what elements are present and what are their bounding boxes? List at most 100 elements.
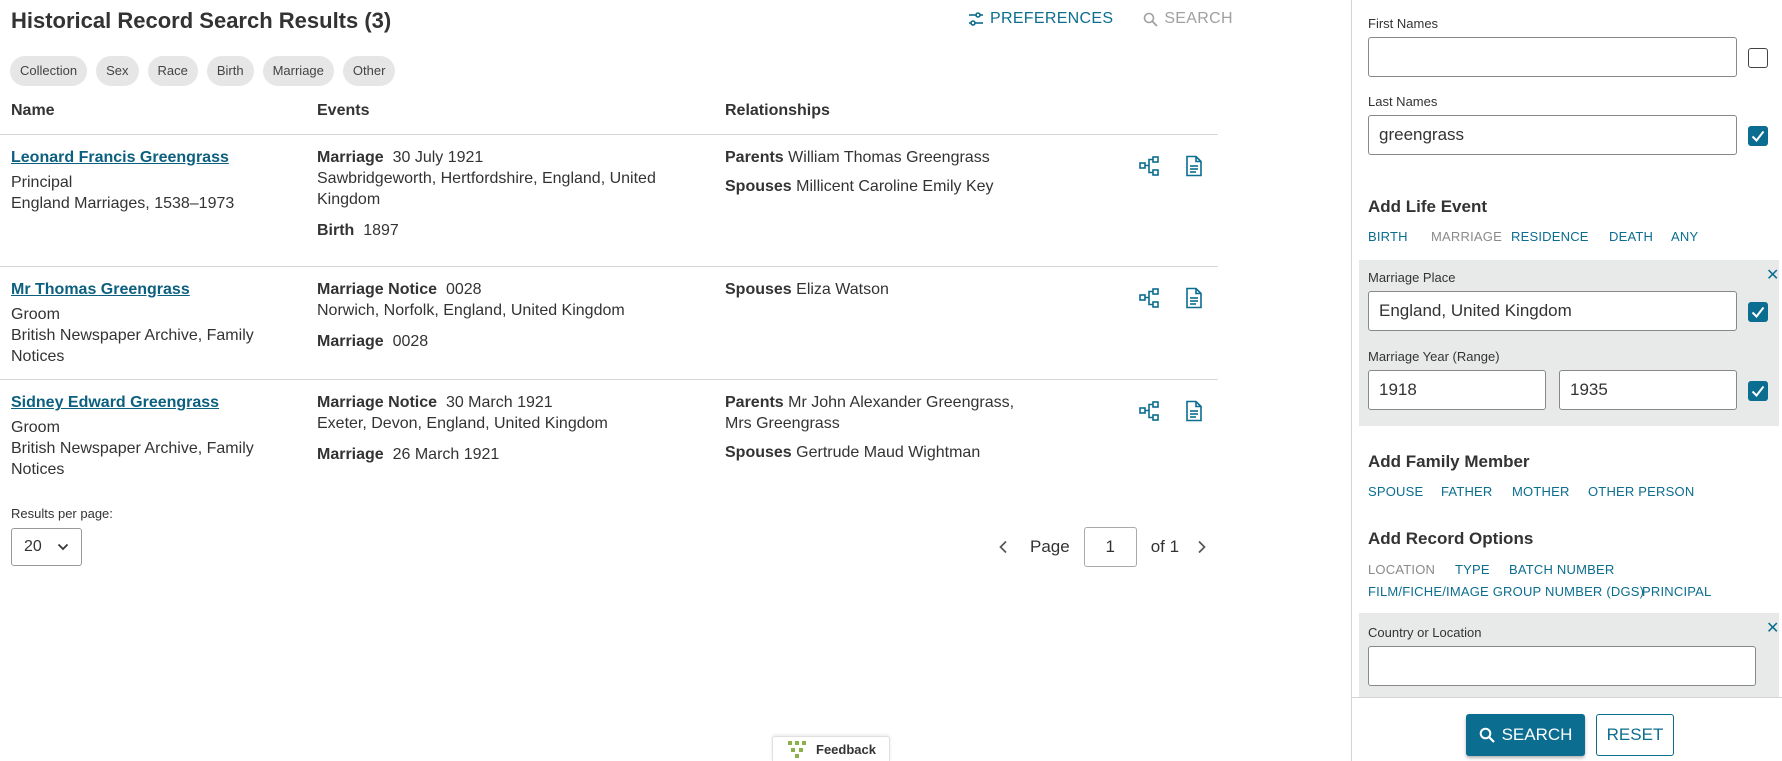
life-event-death[interactable]: DEATH: [1609, 229, 1653, 244]
preferences-button[interactable]: PREFERENCES: [968, 10, 1113, 28]
last-names-exact-checkbox[interactable]: [1748, 126, 1768, 146]
page-number-input[interactable]: 1: [1083, 527, 1137, 567]
record-option-film-number[interactable]: FILM/FICHE/IMAGE GROUP NUMBER (DGS): [1368, 584, 1644, 599]
result-name-link[interactable]: Mr Thomas Greengrass: [11, 281, 190, 298]
search-icon: [1144, 12, 1158, 27]
result-row: Leonard Francis Greengrass Principal Eng…: [0, 134, 1218, 266]
results-per-page-value: 20: [24, 538, 42, 555]
event-item: Marriage 0028: [317, 331, 687, 352]
result-row: Sidney Edward Greengrass Groom British N…: [0, 379, 1218, 496]
filter-chip-birth[interactable]: Birth: [206, 56, 254, 86]
marriage-year-to-input[interactable]: 1935: [1559, 370, 1737, 410]
event-type: Marriage: [317, 333, 384, 350]
first-names-label: First Names: [1368, 16, 1439, 31]
country-location-input[interactable]: [1368, 646, 1756, 686]
page-label: Page: [1030, 537, 1070, 556]
event-date: 30 July 1921: [392, 149, 484, 166]
family-member-other[interactable]: OTHER PERSON: [1588, 484, 1694, 499]
result-name-cell: Mr Thomas Greengrass Groom British Newsp…: [11, 279, 271, 367]
filter-chip-race[interactable]: Race: [147, 56, 198, 86]
search-toggle-button[interactable]: SEARCH: [1143, 10, 1233, 28]
result-relationships-cell: Parents William Thomas Greengrass Spouse…: [725, 147, 1025, 205]
search-panel-scroll[interactable]: First Names Last Names greengrass Add Li…: [1352, 0, 1782, 697]
column-header-relationships: Relationships: [725, 102, 830, 119]
family-tree-icon[interactable]: [1138, 287, 1160, 309]
life-event-options: BIRTH MARRIAGE RESIDENCE DEATH ANY: [1368, 229, 1768, 247]
event-place: Sawbridgeworth, Hertfordshire, England, …: [317, 170, 656, 208]
relationship-type: Spouses: [725, 178, 792, 195]
record-document-icon[interactable]: [1184, 155, 1204, 177]
search-button[interactable]: SEARCH: [1466, 714, 1585, 756]
sliders-icon: [969, 12, 983, 26]
result-collection: British Newspaper Archive, Family Notice…: [11, 440, 254, 478]
record-option-batch-number[interactable]: BATCH NUMBER: [1509, 562, 1614, 577]
record-options: LOCATION TYPE BATCH NUMBER FILM/FICHE/IM…: [1368, 562, 1768, 602]
event-date: 0028: [445, 281, 482, 298]
life-event-marriage: MARRIAGE: [1431, 229, 1502, 244]
life-event-residence[interactable]: RESIDENCE: [1511, 229, 1589, 244]
event-place: Norwich, Norfolk, England, United Kingdo…: [317, 302, 625, 319]
life-event-any[interactable]: ANY: [1671, 229, 1698, 244]
event-item: Marriage Notice 0028 Norwich, Norfolk, E…: [317, 279, 687, 321]
result-collection: England Marriages, 1538–1973: [11, 195, 235, 212]
marriage-place-exact-checkbox[interactable]: [1748, 302, 1768, 322]
top-actions: PREFERENCES SEARCH: [968, 10, 1233, 28]
pagination: Page 1 of 1: [998, 527, 1207, 567]
marriage-year-label: Marriage Year (Range): [1368, 349, 1500, 364]
results-per-page-select[interactable]: 20: [11, 528, 82, 566]
close-marriage-event-icon[interactable]: ✕: [1766, 265, 1779, 285]
chevron-right-icon[interactable]: [1197, 540, 1207, 554]
feedback-tree-icon: [788, 741, 806, 758]
filter-chip-marriage[interactable]: Marriage: [262, 56, 334, 86]
reset-button[interactable]: RESET: [1596, 714, 1674, 756]
page-title: Historical Record Search Results (3): [11, 8, 392, 33]
relationship-value: Eliza Watson: [796, 281, 889, 298]
location-option-box: ✕ Country or Location: [1359, 613, 1779, 697]
marriage-year-from-input[interactable]: 1918: [1368, 370, 1546, 410]
marriage-year-exact-checkbox[interactable]: [1748, 381, 1768, 401]
marriage-place-input[interactable]: England, United Kingdom: [1368, 291, 1737, 331]
family-member-mother[interactable]: MOTHER: [1512, 484, 1570, 499]
record-option-type[interactable]: TYPE: [1455, 562, 1490, 577]
relationship-item: Spouses Millicent Caroline Emily Key: [725, 176, 1025, 197]
filter-chip-sex[interactable]: Sex: [96, 56, 139, 86]
results-list: Leonard Francis Greengrass Principal Eng…: [0, 134, 1218, 496]
record-document-icon[interactable]: [1184, 400, 1204, 422]
result-name-link[interactable]: Sidney Edward Greengrass: [11, 394, 219, 411]
chevron-left-icon[interactable]: [998, 540, 1008, 554]
last-names-input[interactable]: greengrass: [1368, 115, 1737, 155]
search-panel: First Names Last Names greengrass Add Li…: [1351, 0, 1782, 761]
relationship-value: Millicent Caroline Emily Key: [796, 178, 994, 195]
event-type: Marriage Notice: [317, 394, 438, 411]
record-option-principal[interactable]: PRINCIPAL: [1642, 584, 1711, 599]
filter-chip-collection[interactable]: Collection: [10, 56, 88, 86]
family-member-father[interactable]: FATHER: [1441, 484, 1493, 499]
relationship-item: Parents William Thomas Greengrass: [725, 147, 1025, 168]
result-relationships-cell: Spouses Eliza Watson: [725, 279, 1025, 308]
close-location-option-icon[interactable]: ✕: [1766, 618, 1779, 638]
event-date: 30 March 1921: [445, 394, 553, 411]
event-date: 1897: [363, 222, 399, 239]
last-names-label: Last Names: [1368, 94, 1438, 109]
family-tree-icon[interactable]: [1138, 400, 1160, 422]
result-actions: [1138, 287, 1204, 309]
result-name-link[interactable]: Leonard Francis Greengrass: [11, 149, 229, 166]
first-names-input[interactable]: [1368, 37, 1737, 77]
family-member-options: SPOUSE FATHER MOTHER OTHER PERSON: [1368, 484, 1768, 502]
family-member-spouse[interactable]: SPOUSE: [1368, 484, 1423, 499]
family-tree-icon[interactable]: [1138, 155, 1160, 177]
relationship-item: Spouses Gertrude Maud Wightman: [725, 442, 1025, 463]
result-row: Mr Thomas Greengrass Groom British Newsp…: [0, 266, 1218, 379]
record-document-icon[interactable]: [1184, 287, 1204, 309]
relationship-value: Gertrude Maud Wightman: [796, 444, 981, 461]
record-options-title: Add Record Options: [1368, 529, 1534, 548]
feedback-button[interactable]: Feedback: [772, 736, 890, 761]
preferences-label: PREFERENCES: [990, 10, 1114, 27]
page-count: of 1: [1150, 537, 1180, 556]
check-icon: [1751, 130, 1765, 142]
relationship-item: Parents Mr John Alexander Greengrass, Mr…: [725, 392, 1025, 434]
life-event-birth[interactable]: BIRTH: [1368, 229, 1408, 244]
filter-chip-other[interactable]: Other: [342, 56, 396, 86]
feedback-label: Feedback: [816, 741, 876, 757]
first-names-exact-checkbox[interactable]: [1748, 48, 1768, 68]
